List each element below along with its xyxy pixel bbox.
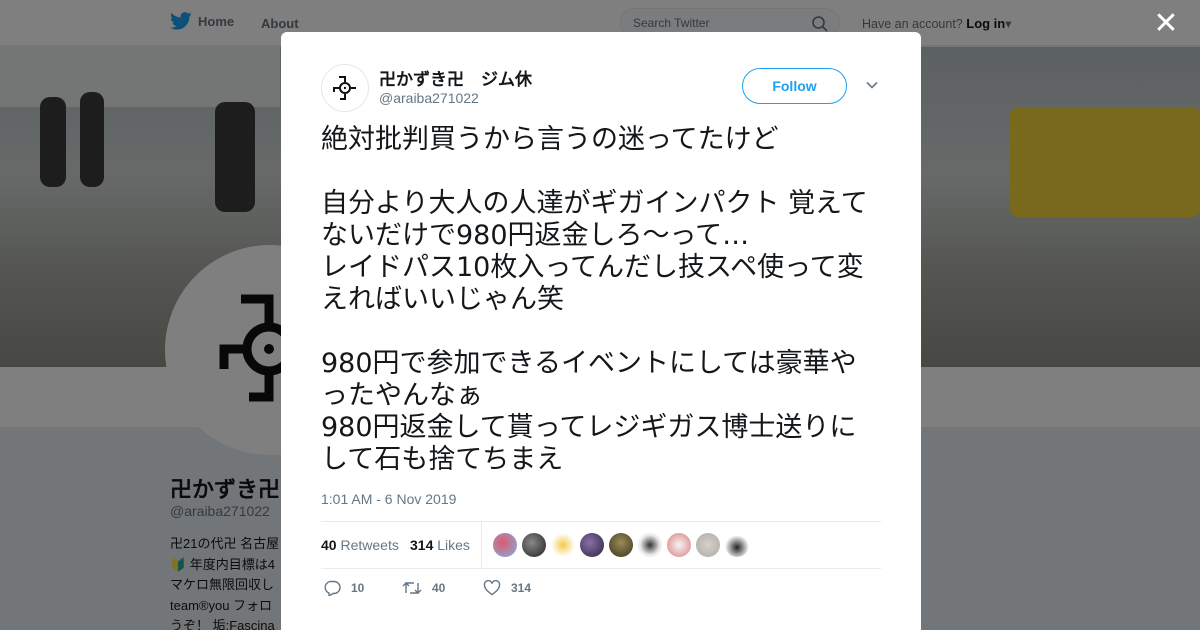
liker-avatar[interactable]	[667, 533, 691, 557]
retweet-icon	[402, 582, 422, 594]
liker-avatar[interactable]	[493, 533, 517, 557]
author-handle[interactable]: @araiba271022	[379, 90, 479, 106]
liker-avatar[interactable]	[609, 533, 633, 557]
likes-stat[interactable]: 314 Likes	[410, 537, 470, 553]
liker-avatar[interactable]	[551, 533, 575, 557]
heart-icon	[483, 580, 501, 596]
retweets-count: 40	[321, 537, 337, 553]
crosshair-logo-icon	[333, 76, 356, 100]
likes-label: Likes	[437, 537, 470, 553]
tweet-timestamp[interactable]: 1:01 AM - 6 Nov 2019	[321, 491, 456, 507]
liker-avatar[interactable]	[725, 533, 749, 557]
liker-avatar[interactable]	[638, 533, 662, 557]
liker-avatars	[493, 533, 749, 557]
tweet-text: 絶対批判買うから言うの迷ってたけど 自分より大人の人達がギガインパクト 覚えてな…	[321, 124, 868, 475]
like-count: 314	[511, 581, 532, 595]
liker-avatar[interactable]	[580, 533, 604, 557]
reply-count: 10	[351, 581, 365, 595]
stats-divider	[481, 522, 482, 569]
caret-down-icon[interactable]	[865, 78, 879, 92]
follow-button[interactable]: Follow	[742, 68, 847, 104]
close-icon[interactable]: ✕	[1152, 9, 1180, 39]
retweets-stat[interactable]: 40 Retweets	[321, 537, 399, 553]
tweet-stats: 40 Retweets 314 Likes	[321, 521, 881, 569]
likes-count: 314	[410, 537, 434, 553]
retweets-label: Retweets	[340, 537, 399, 553]
tweet-modal: 卍かずき卍 ジム休 @araiba271022 Follow 絶対批判買うから言…	[281, 32, 921, 630]
reply-button[interactable]: 10	[323, 580, 364, 596]
tweet-actions: 10 40 314	[321, 580, 881, 600]
liker-avatar[interactable]	[522, 533, 546, 557]
retweet-button[interactable]: 40	[402, 580, 445, 596]
retweet-count: 40	[432, 581, 446, 595]
reply-icon	[324, 580, 341, 596]
liker-avatar[interactable]	[696, 533, 720, 557]
author-name[interactable]: 卍かずき卍 ジム休	[379, 65, 532, 90]
author-avatar[interactable]	[321, 64, 369, 112]
like-button[interactable]: 314	[483, 580, 531, 596]
